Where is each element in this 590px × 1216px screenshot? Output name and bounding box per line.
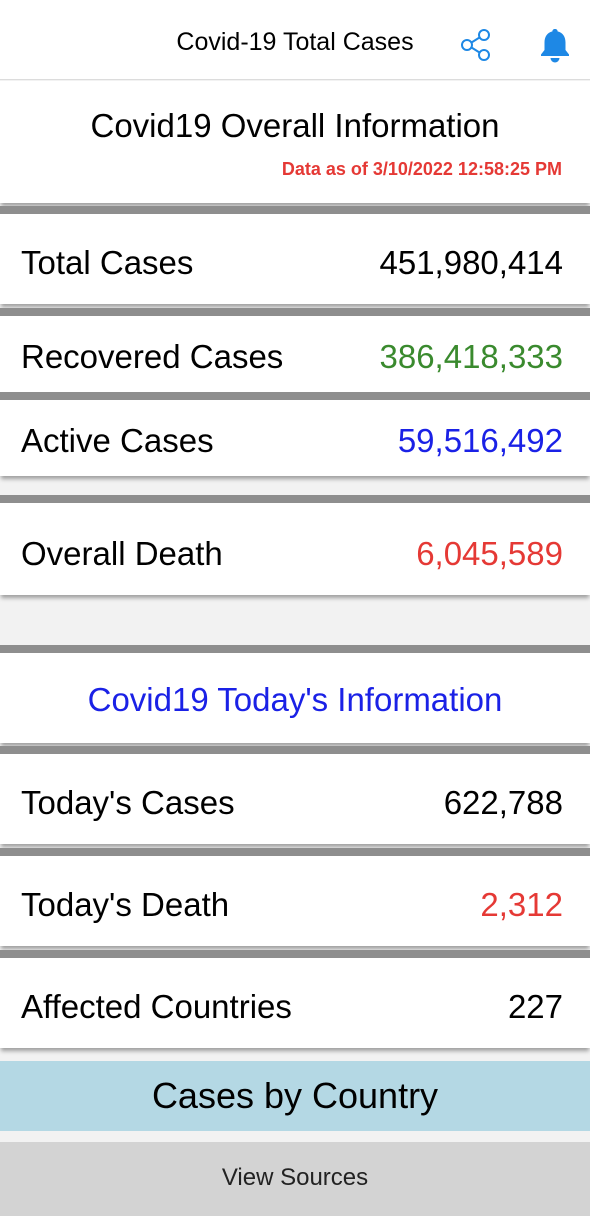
nav-bar: Covid-19 Total Cases	[0, 0, 590, 80]
stat-label: Recovered Cases	[21, 338, 284, 375]
stat-row-todays-death: Today's Death 2,312	[0, 848, 590, 946]
stat-row-affected-countries: Affected Countries 227	[0, 950, 590, 1048]
stat-label: Active Cases	[21, 422, 214, 459]
stat-value: 386,418,333	[379, 338, 563, 375]
stat-label: Overall Death	[21, 535, 223, 572]
nav-title: Covid-19 Total Cases	[176, 28, 414, 56]
view-sources-button[interactable]: View Sources	[0, 1142, 590, 1216]
stat-value: 622,788	[443, 784, 563, 821]
today-header-card: Covid19 Today's Information	[0, 645, 590, 743]
stat-row-active-cases: Active Cases 59,516,492	[0, 392, 590, 476]
stat-label: Today's Cases	[21, 784, 235, 821]
stat-row-recovered-cases: Recovered Cases 386,418,333	[0, 308, 590, 392]
stat-label: Total Cases	[21, 244, 194, 281]
data-timestamp: Data as of 3/10/2022 12:58:25 PM	[281, 159, 562, 179]
overall-title: Covid19 Overall Information	[90, 107, 500, 144]
stat-value: 59,516,492	[397, 422, 563, 459]
stat-row-total-cases: Total Cases 451,980,414	[0, 206, 590, 304]
stat-label: Affected Countries	[21, 988, 292, 1025]
share-icon[interactable]	[458, 27, 494, 63]
cases-by-country-button[interactable]: Cases by Country	[0, 1061, 590, 1131]
stat-row-overall-death: Overall Death 6,045,589	[0, 495, 590, 595]
stat-value: 227	[507, 988, 563, 1025]
stat-label: Today's Death	[21, 886, 230, 923]
overall-header-card: Covid19 Overall Information Data as of 3…	[0, 81, 590, 203]
stat-value: 6,045,589	[416, 535, 563, 572]
stat-value: 2,312	[480, 886, 563, 923]
today-title: Covid19 Today's Information	[87, 681, 503, 718]
stat-value: 451,980,414	[379, 244, 563, 281]
stat-row-todays-cases: Today's Cases 622,788	[0, 746, 590, 844]
bell-icon[interactable]	[535, 25, 575, 65]
